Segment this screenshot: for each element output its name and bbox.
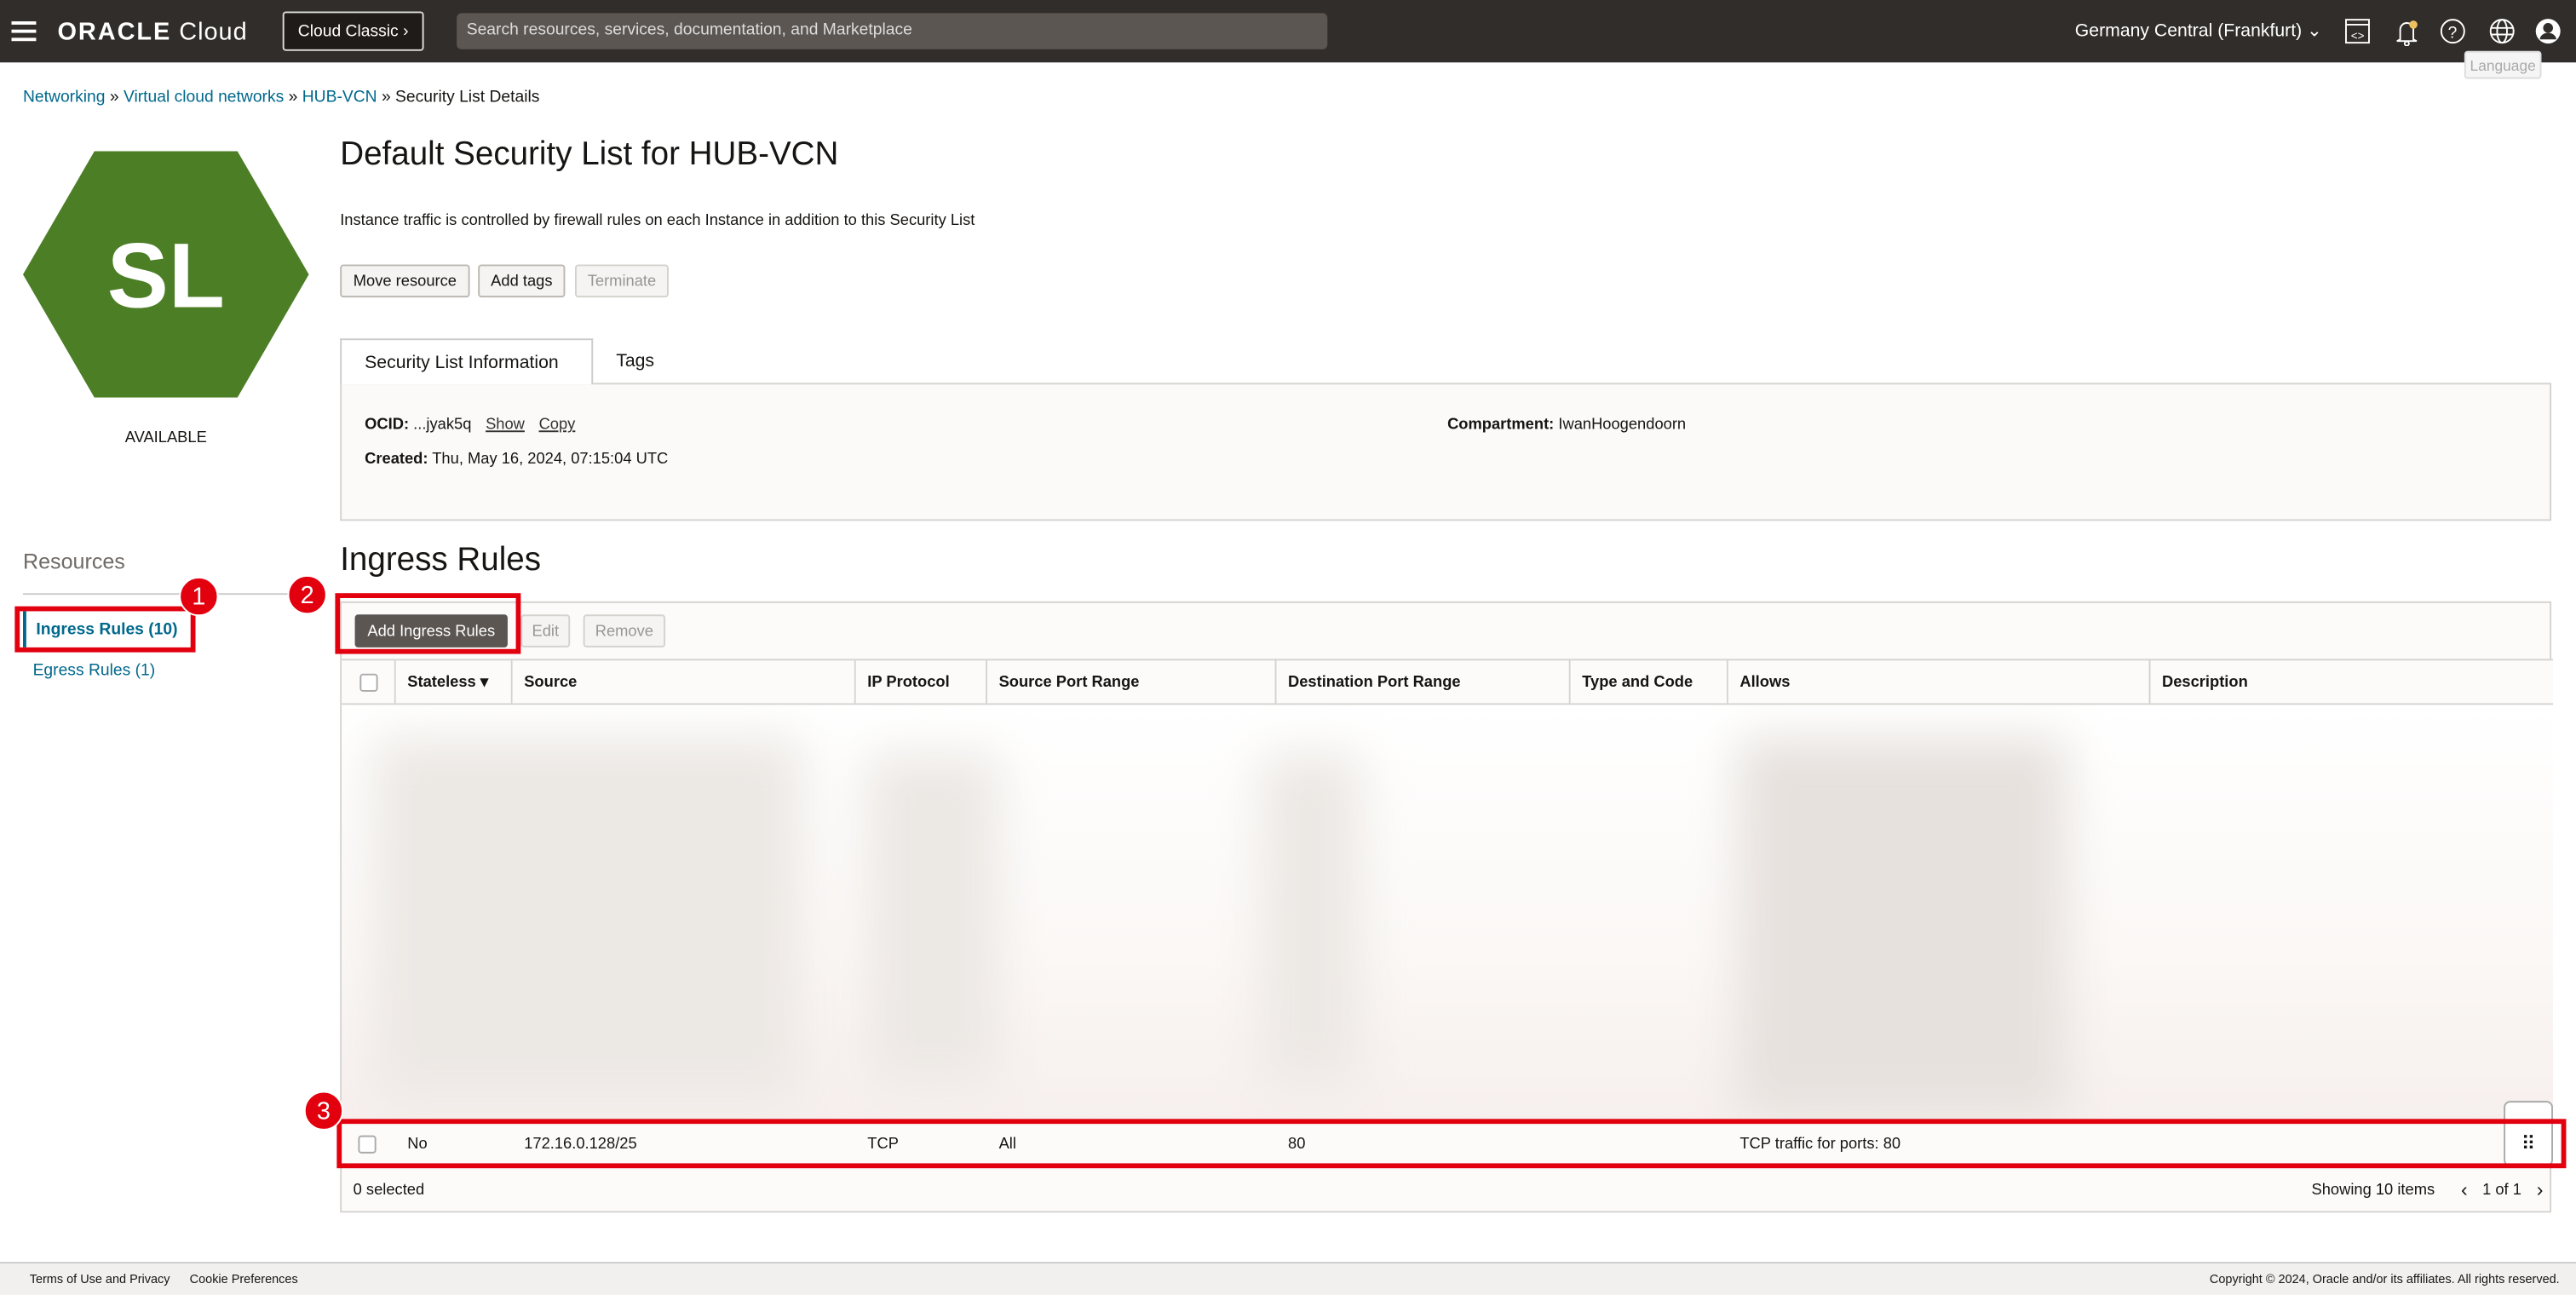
annotation-box-3 <box>336 1119 2567 1169</box>
next-page-icon[interactable]: › <box>2537 1178 2544 1201</box>
column-description: Description <box>2150 659 2553 705</box>
showing-count: Showing 10 items <box>2311 1181 2435 1200</box>
tab-tags[interactable]: Tags <box>593 338 677 384</box>
ocid-value: ...jyak5q <box>413 415 472 435</box>
remove-button[interactable]: Remove <box>583 614 666 648</box>
copyright: Copyright © 2024, Oracle and/or its affi… <box>2209 1271 2560 1287</box>
blurred-rows <box>342 705 2553 1121</box>
region-selector[interactable]: Germany Central (Frankfurt) ⌄ <box>2075 20 2322 41</box>
ocid-copy-link[interactable]: Copy <box>539 416 576 434</box>
add-tags-button[interactable]: Add tags <box>478 264 566 298</box>
code-editor-icon[interactable]: <> <box>2343 16 2372 46</box>
page-indicator: 1 of 1 <box>2482 1181 2521 1200</box>
move-resource-button[interactable]: Move resource <box>340 264 470 298</box>
tab-security-list-information[interactable]: Security List Information <box>340 338 594 385</box>
annotation-badge-2: 2 <box>287 574 327 615</box>
security-list-hexagon-icon: SL <box>22 151 309 398</box>
user-avatar-icon[interactable] <box>2533 16 2563 46</box>
selected-count: 0 selected <box>353 1181 425 1200</box>
compartment-value: IwanHoogendoorn <box>1558 415 1687 435</box>
column-source-port-range: Source Port Range <box>987 659 1277 705</box>
cookie-preferences-link[interactable]: Cookie Preferences <box>190 1272 298 1286</box>
oracle-cloud-logo[interactable]: ORACLE Cloud <box>57 18 247 46</box>
annotation-badge-3: 3 <box>303 1091 344 1131</box>
sidebar-item-egress-rules[interactable]: Egress Rules (1) <box>23 653 156 688</box>
column-source: Source <box>512 659 856 705</box>
terminate-button[interactable]: Terminate <box>574 264 669 298</box>
divider <box>22 593 296 596</box>
created-value: Thu, May 16, 2024, 07:15:04 UTC <box>432 450 669 469</box>
compartment-label: Compartment: <box>1447 415 1555 435</box>
column-type-and-code: Type and Code <box>1570 659 1728 705</box>
annotation-box-1 <box>14 606 196 653</box>
ocid-show-link[interactable]: Show <box>486 416 525 434</box>
status-label: AVAILABLE <box>124 429 207 447</box>
annotation-box-2 <box>335 593 521 654</box>
annotation-badge-1: 1 <box>179 576 219 617</box>
column-destination-port-range: Destination Port Range <box>1276 659 1571 705</box>
resources-heading: Resources <box>22 549 125 574</box>
column-stateless[interactable]: Stateless ▾ <box>395 659 513 705</box>
prev-page-icon[interactable]: ‹ <box>2461 1178 2468 1201</box>
breadcrumb-current: Security List Details <box>395 89 540 107</box>
top-bar: ORACLE Cloud Cloud Classic › Search reso… <box>0 0 2576 63</box>
breadcrumb-networking[interactable]: Networking <box>23 89 105 106</box>
breadcrumb-hub-vcn[interactable]: HUB-VCN <box>302 89 377 106</box>
cloud-classic-button[interactable]: Cloud Classic › <box>282 11 424 51</box>
search-input[interactable]: Search resources, services, documentatio… <box>457 13 1328 49</box>
hamburger-menu-icon[interactable] <box>11 21 37 42</box>
ingress-rules-heading: Ingress Rules <box>340 542 542 578</box>
terms-link[interactable]: Terms of Use and Privacy <box>30 1272 170 1286</box>
select-all-checkbox[interactable] <box>359 672 377 691</box>
svg-text:?: ? <box>2448 24 2458 42</box>
page-title: Default Security List for HUB-VCN <box>340 136 839 173</box>
breadcrumb: Networking » Virtual cloud networks » HU… <box>22 89 540 107</box>
created-label: Created: <box>365 450 428 469</box>
column-ip-protocol: IP Protocol <box>855 659 988 705</box>
edit-button[interactable]: Edit <box>520 614 571 648</box>
language-tooltip: Language <box>2464 50 2542 79</box>
info-panel: OCID: ...jyak5q Show Copy Created: Thu, … <box>340 383 2552 521</box>
svg-text:<>: <> <box>2351 29 2365 42</box>
notifications-bell-icon[interactable] <box>2392 16 2422 46</box>
page-footer: Terms of Use and Privacy Cookie Preferen… <box>0 1262 2576 1295</box>
language-globe-icon[interactable] <box>2487 16 2517 46</box>
ocid-label: OCID: <box>365 415 410 435</box>
help-icon[interactable]: ? <box>2438 16 2468 46</box>
breadcrumb-vcns[interactable]: Virtual cloud networks <box>124 89 284 106</box>
column-allows: Allows <box>1728 659 2151 705</box>
page-description: Instance traffic is controlled by firewa… <box>340 211 975 230</box>
